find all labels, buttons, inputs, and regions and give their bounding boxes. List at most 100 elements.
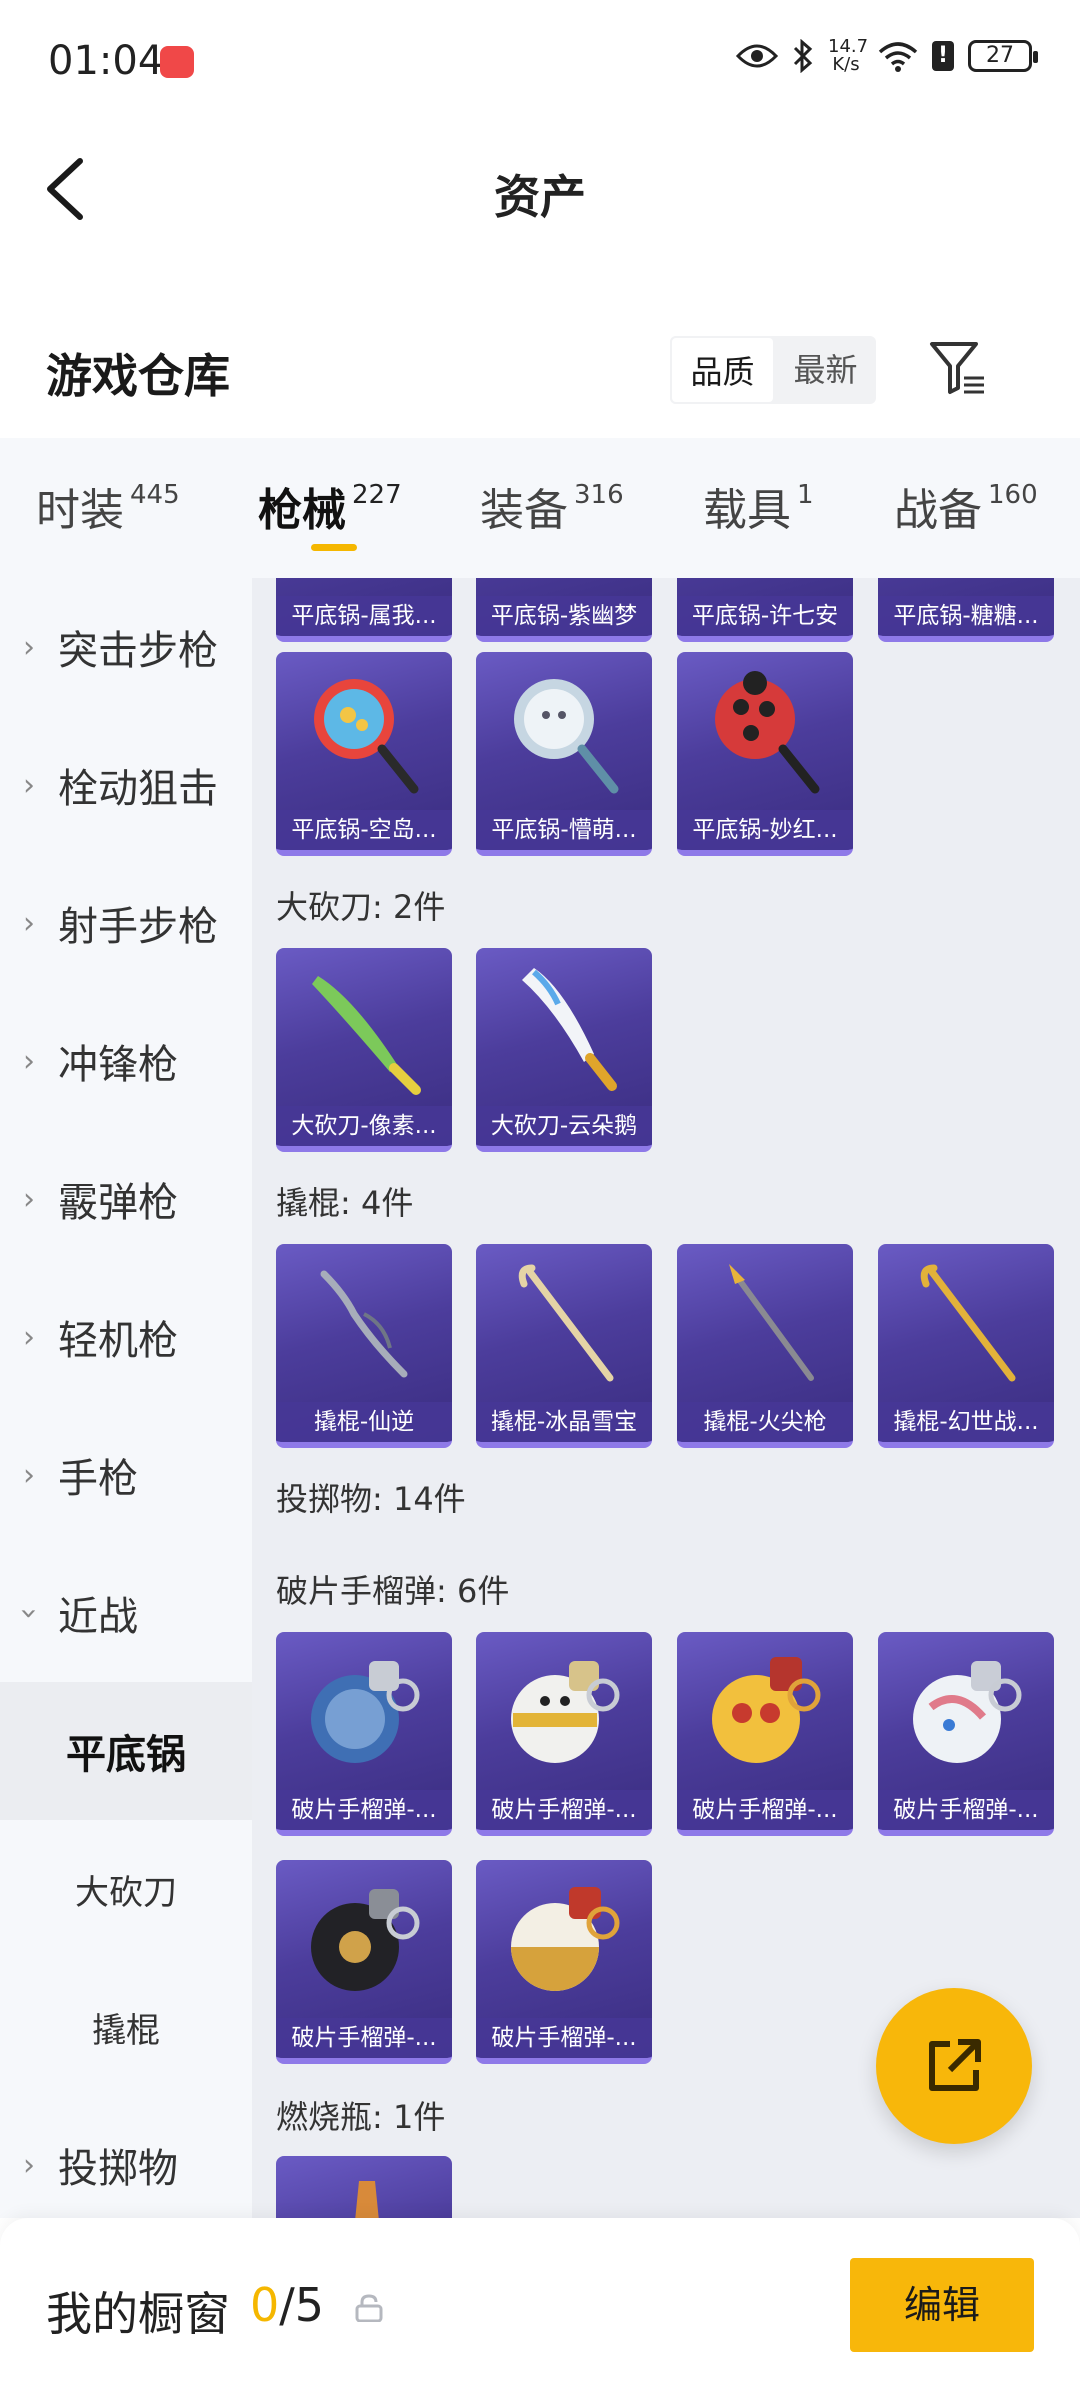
sort-toggle: 品质 最新 — [670, 336, 876, 404]
item-card[interactable]: 撬棍-仙逆 — [276, 1244, 452, 1448]
active-tab-indicator — [311, 544, 357, 551]
item-name: 破片手榴弹-... — [476, 1790, 652, 1830]
system-icons: 14.7 K/s ! 27 — [736, 36, 1038, 75]
pan-image — [276, 652, 452, 812]
item-card[interactable]: 破片手榴弹-... — [276, 1632, 452, 1836]
item-card[interactable]: 撬棍-幻世战... — [878, 1244, 1054, 1448]
share-button[interactable] — [876, 1988, 1032, 2144]
chevron-right-icon: › — [23, 1457, 35, 1493]
sidebar-item-throwables[interactable]: › 投掷物 — [0, 2096, 252, 2234]
item-card[interactable] — [276, 2156, 452, 2218]
grenade-image — [276, 1632, 452, 1792]
item-name: 大砍刀-像素... — [276, 1106, 452, 1146]
item-name: 平底锅-紫幽梦 — [476, 596, 652, 636]
grenade-image — [476, 1632, 652, 1792]
lock-icon — [355, 2294, 383, 2322]
tab-fashion[interactable]: 时装 445 — [36, 474, 180, 538]
sort-latest-button[interactable]: 最新 — [775, 336, 876, 404]
tab-firearms[interactable]: 枪械 227 — [258, 474, 402, 538]
network-speed: 14.7 K/s — [828, 36, 869, 75]
item-card[interactable]: 平底锅-属我... — [276, 578, 452, 642]
item-card[interactable]: 平底锅-懵萌... — [476, 652, 652, 856]
item-card[interactable]: 平底锅-糖糖... — [878, 578, 1054, 642]
item-name: 撬棍-仙逆 — [276, 1402, 452, 1442]
sidebar-item-shotgun[interactable]: › 霰弹枪 — [0, 1130, 252, 1268]
section-label-molotov: 燃烧瓶: 1件 — [276, 2098, 446, 2136]
item-name: 撬棍-火尖枪 — [677, 1402, 853, 1442]
sort-quality-button[interactable]: 品质 — [670, 336, 775, 404]
item-name: 平底锅-属我... — [276, 596, 452, 636]
status-bar: 01:04 14.7 K/s ! 27 — [0, 0, 1080, 125]
edit-button[interactable]: 编辑 — [850, 2258, 1034, 2352]
crowbar-image — [476, 1244, 652, 1404]
item-card[interactable]: 平底锅-许七安 — [677, 578, 853, 642]
item-card[interactable]: 破片手榴弹-... — [476, 1860, 652, 2064]
tab-equipment[interactable]: 装备 316 — [480, 474, 624, 538]
item-name: 撬棍-幻世战... — [878, 1402, 1054, 1442]
item-name: 撬棍-冰晶雪宝 — [476, 1402, 652, 1442]
wifi-icon — [878, 42, 918, 72]
tab-vehicles[interactable]: 载具 1 — [703, 474, 814, 538]
showcase-count: 0/5 — [250, 2278, 325, 2332]
sidebar-subitem-pan[interactable]: 平底锅 — [0, 1682, 252, 1820]
external-link-icon — [929, 2039, 981, 2091]
filter-icon[interactable] — [928, 340, 988, 396]
item-card[interactable]: 撬棍-冰晶雪宝 — [476, 1244, 652, 1448]
sidebar-item-assault-rifle[interactable]: › 突击步枪 — [0, 578, 252, 716]
chevron-right-icon: › — [23, 1043, 35, 1079]
sidebar-item-lmg[interactable]: › 轻机枪 — [0, 1268, 252, 1406]
item-card[interactable]: 平底锅-妙红... — [677, 652, 853, 856]
item-grid: 平底锅-属我... 平底锅-紫幽梦 平底锅-许七安 平底锅-糖糖... 平底锅-… — [252, 578, 1080, 2218]
chevron-right-icon: › — [23, 629, 35, 665]
crowbar-image — [276, 1244, 452, 1404]
item-card[interactable]: 平底锅-空岛... — [276, 652, 452, 856]
item-card[interactable]: 破片手榴弹-... — [677, 1632, 853, 1836]
item-name: 破片手榴弹-... — [476, 2018, 652, 2058]
item-card[interactable]: 破片手榴弹-... — [276, 1860, 452, 2064]
item-name: 平底锅-妙红... — [677, 810, 853, 850]
sidebar-item-smg[interactable]: › 冲锋枪 — [0, 992, 252, 1130]
showcase-bar: 我的橱窗 0/5 编辑 — [0, 2218, 1080, 2382]
chevron-right-icon: › — [23, 767, 35, 803]
pan-image — [677, 652, 853, 812]
top-header: 资产 — [0, 125, 1080, 250]
grenade-image — [878, 1632, 1054, 1792]
sidebar-item-marksman-rifle[interactable]: › 射手步枪 — [0, 854, 252, 992]
alert-icon: ! — [932, 41, 954, 71]
sidebar-subitem-crowbar[interactable]: 撬棍 — [0, 1958, 252, 2096]
showcase-title: 我的橱窗 — [46, 2287, 230, 2341]
sidebar-subitem-machete[interactable]: 大砍刀 — [0, 1820, 252, 1958]
item-name: 破片手榴弹-... — [878, 1790, 1054, 1830]
item-card[interactable]: 破片手榴弹-... — [878, 1632, 1054, 1836]
section-label-throwables: 投掷物: 14件 — [276, 1480, 466, 1518]
sidebar-item-melee[interactable]: › 近战 — [0, 1544, 252, 1682]
item-card[interactable]: 破片手榴弹-... — [476, 1632, 652, 1836]
battery-indicator: 27 — [968, 40, 1038, 72]
page-title: 资产 — [494, 170, 586, 224]
category-tabs: 时装 445 枪械 227 装备 316 载具 1 战备 160 — [0, 438, 1080, 578]
warehouse-title: 游戏仓库 — [46, 349, 230, 403]
item-card[interactable]: 平底锅-紫幽梦 — [476, 578, 652, 642]
item-name: 大砍刀-云朵鹅 — [476, 1106, 652, 1146]
item-card[interactable]: 大砍刀-像素... — [276, 948, 452, 1152]
molotov-image — [276, 2156, 452, 2218]
sidebar-item-bolt-sniper[interactable]: › 栓动狙击 — [0, 716, 252, 854]
item-card[interactable]: 撬棍-火尖枪 — [677, 1244, 853, 1448]
chevron-right-icon: › — [23, 2147, 35, 2183]
chevron-right-icon: › — [23, 905, 35, 941]
grenade-image — [677, 1632, 853, 1792]
crowbar-image — [878, 1244, 1054, 1404]
item-name: 破片手榴弹-... — [276, 1790, 452, 1830]
tab-supplies[interactable]: 战备 160 — [894, 474, 1038, 538]
bluetooth-icon — [793, 39, 813, 73]
chevron-right-icon: › — [23, 1319, 35, 1355]
item-name: 破片手榴弹-... — [677, 1790, 853, 1830]
item-name: 平底锅-许七安 — [677, 596, 853, 636]
category-sidebar: › 突击步枪 › 栓动狙击 › 射手步枪 › 冲锋枪 › 霰弹枪 › 轻机枪 › 手枪 › 近战… — [0, 578, 252, 2218]
pan-image — [476, 652, 652, 812]
item-card[interactable]: 大砍刀-云朵鹅 — [476, 948, 652, 1152]
section-label-crowbar: 撬棍: 4件 — [276, 1184, 414, 1222]
chevron-right-icon: › — [23, 1181, 35, 1217]
sidebar-item-pistol[interactable]: › 手枪 — [0, 1406, 252, 1544]
machete-image — [276, 948, 452, 1108]
